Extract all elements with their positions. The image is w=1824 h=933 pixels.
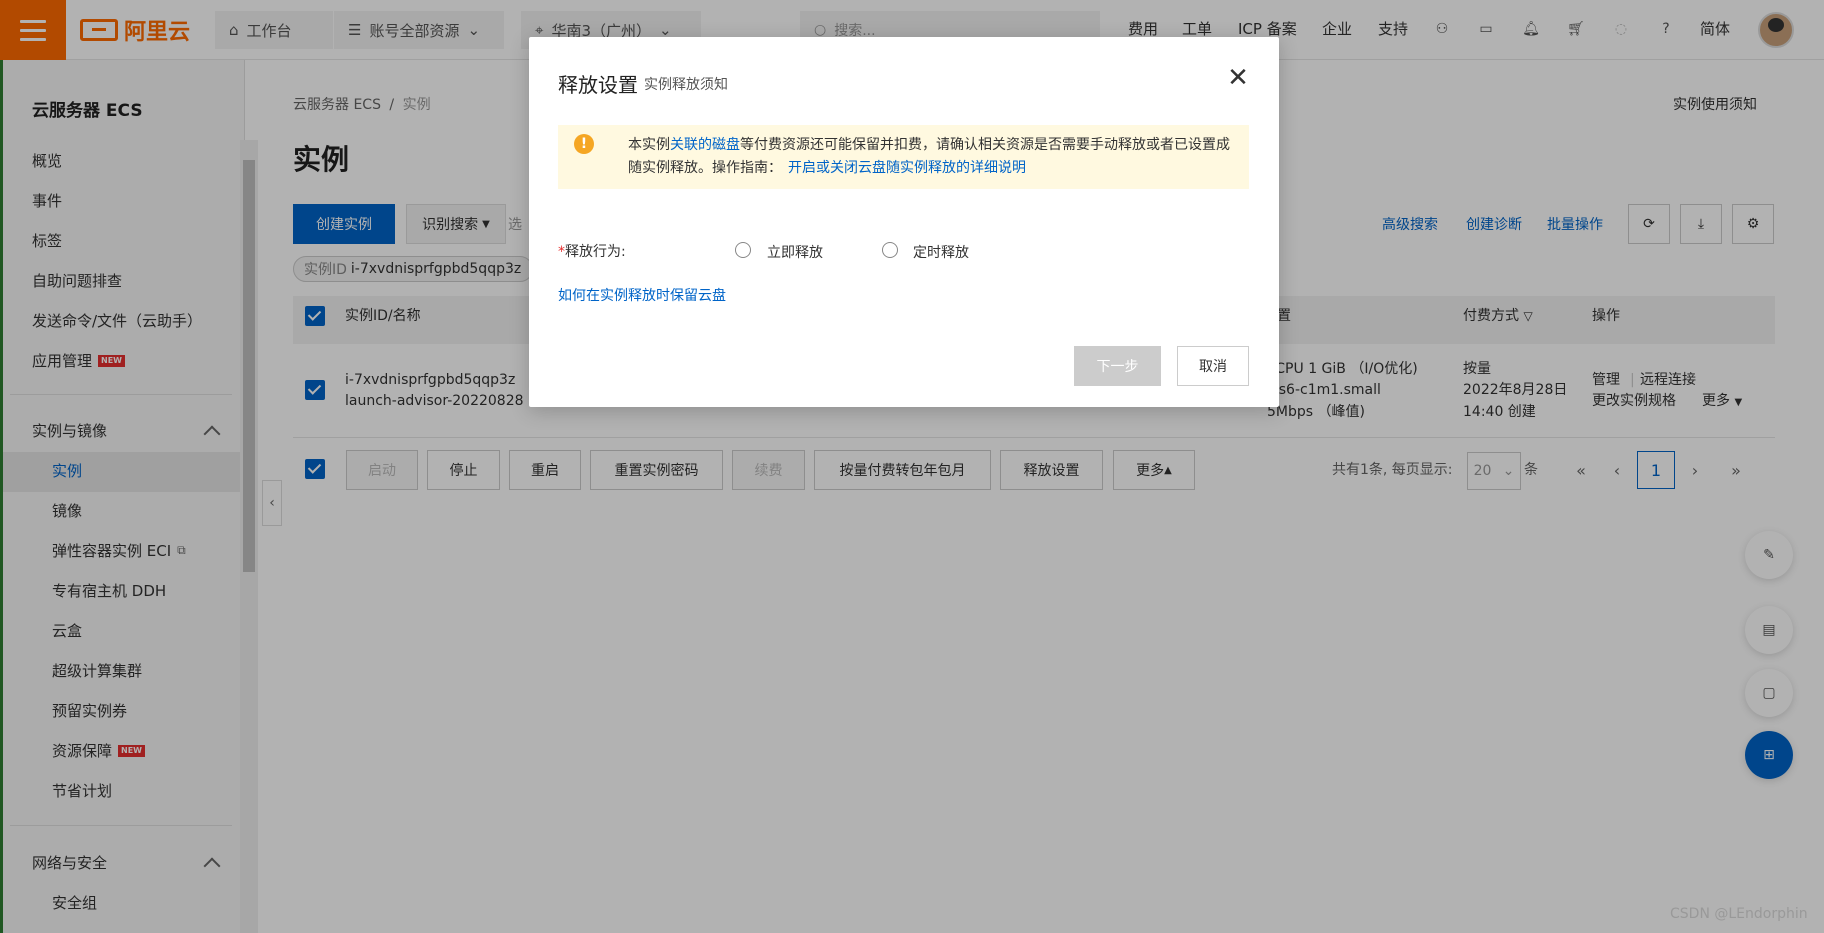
dialog-title: 释放设置: [558, 73, 638, 97]
close-icon[interactable]: ✕: [1223, 63, 1253, 93]
warning-text: 本实例关联的磁盘等付费资源还可能保留并扣费，请确认相关资源是否需要手动释放或者已…: [628, 134, 1238, 180]
release-action-label-text: 释放行为:: [565, 244, 626, 260]
release-settings-dialog: 释放设置 实例释放须知 ✕ ! 本实例关联的磁盘等付费资源还可能保留并扣费，请确…: [529, 37, 1279, 407]
info-icon: !: [574, 134, 594, 154]
radio-scheduled-release[interactable]: [882, 242, 898, 258]
immediate-release-label[interactable]: 立即释放: [767, 242, 823, 262]
watermark: CSDN @LEndorphin: [1670, 906, 1808, 922]
scheduled-release-label[interactable]: 定时释放: [913, 242, 969, 262]
next-step-button[interactable]: 下一步: [1074, 346, 1161, 386]
keep-disk-help-link[interactable]: 如何在实例释放时保留云盘: [558, 285, 726, 305]
dialog-subtitle: 实例释放须知: [644, 77, 728, 93]
cancel-button[interactable]: 取消: [1177, 346, 1249, 386]
radio-immediate-release[interactable]: [735, 242, 751, 258]
guide-link[interactable]: 开启或关闭云盘随实例释放的详细说明: [788, 160, 1026, 176]
warning-prefix: 本实例: [628, 137, 670, 153]
related-disk-link[interactable]: 关联的磁盘: [670, 137, 740, 153]
release-action-label: *释放行为:: [558, 241, 626, 261]
required-mark: *: [558, 244, 565, 260]
